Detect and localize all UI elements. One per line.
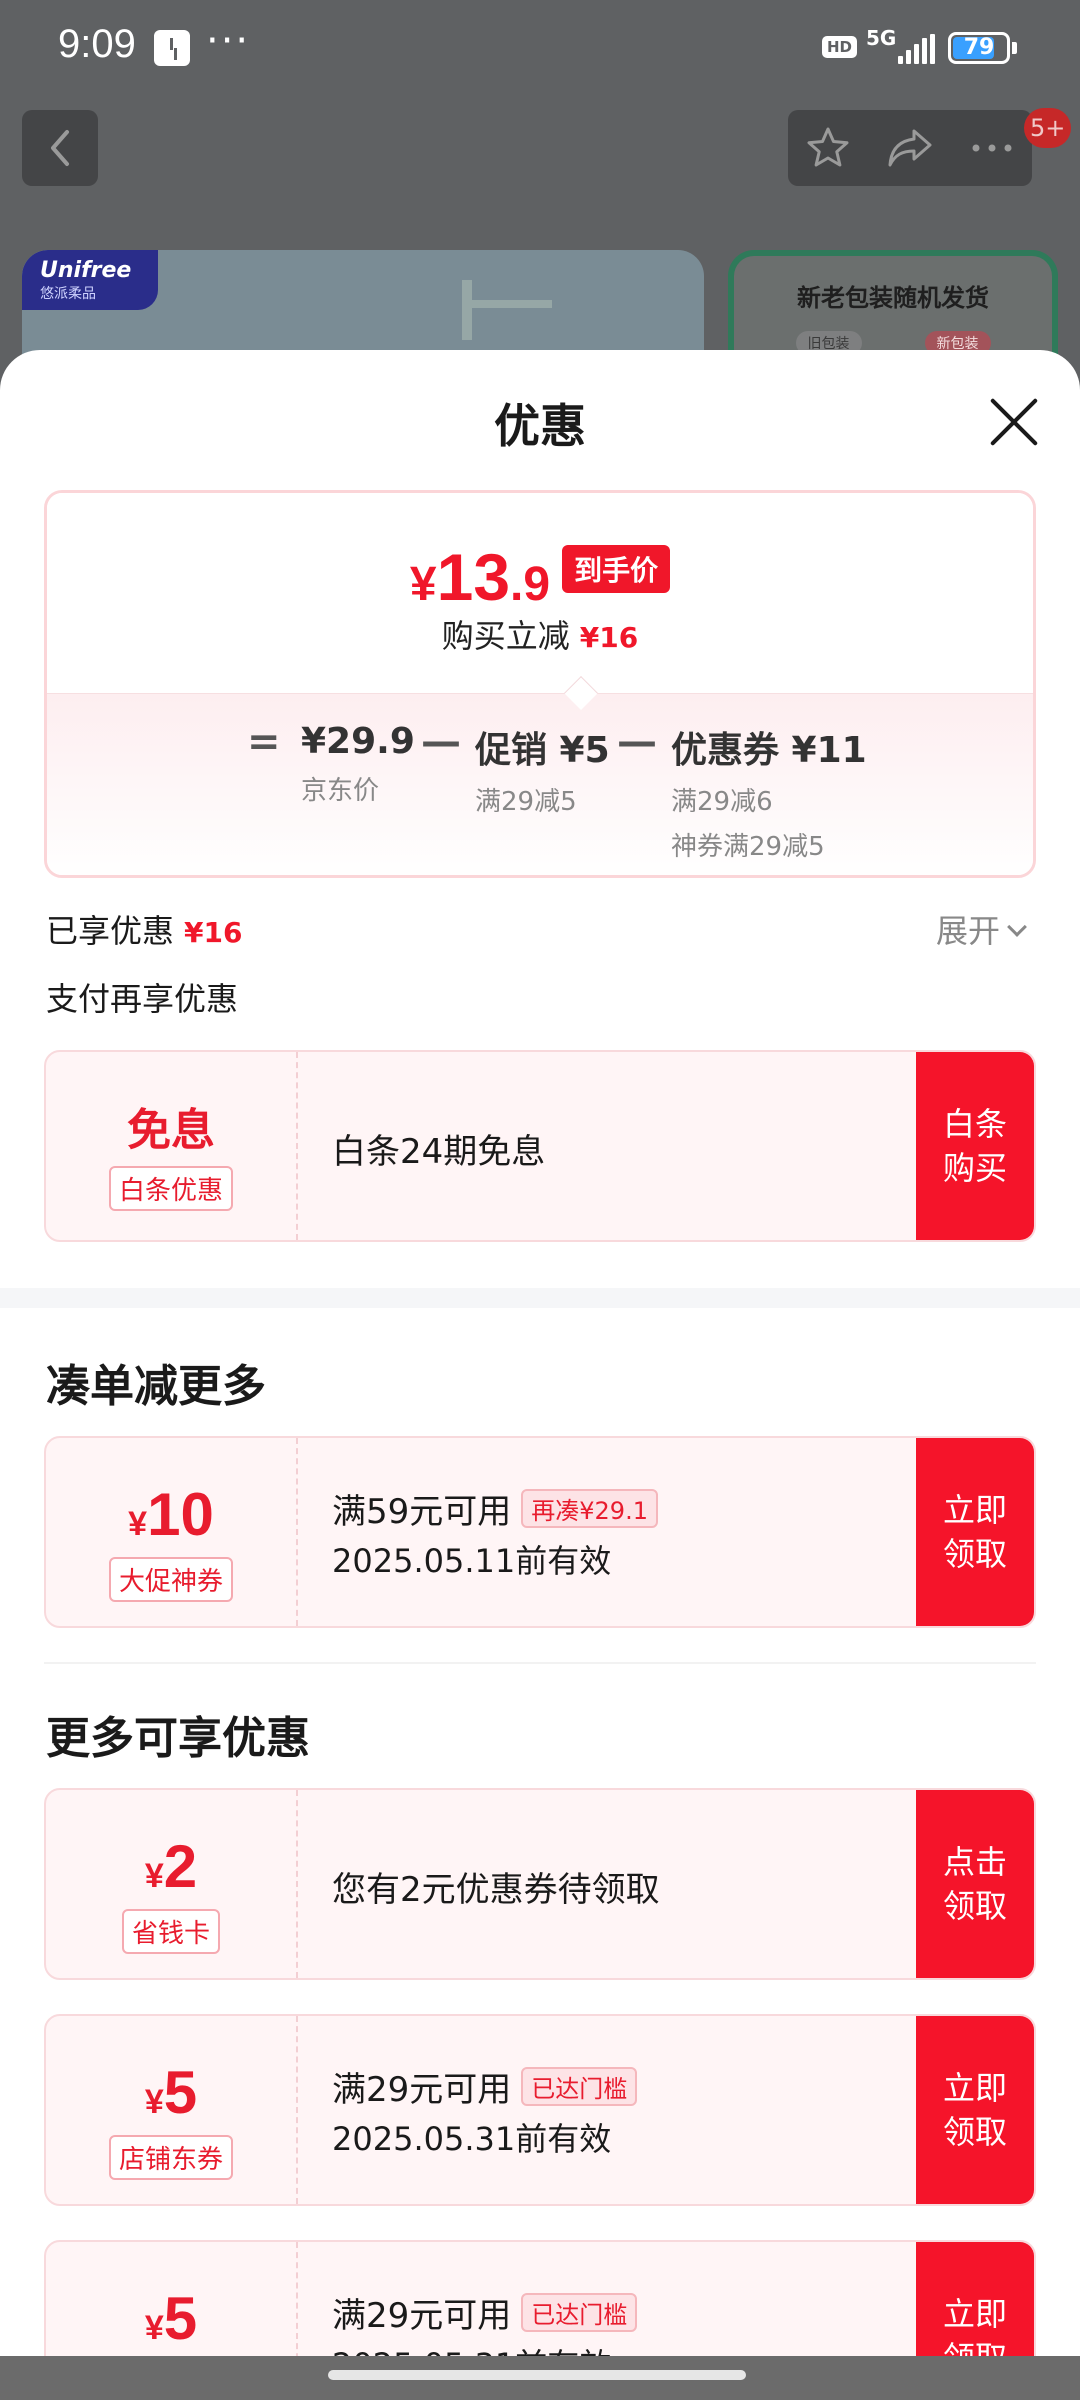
more-button[interactable]: [952, 110, 1032, 186]
section-title-more-benefits: 更多可享优惠: [46, 1713, 310, 1764]
section-title-more-order: 凑单减更多: [46, 1361, 266, 1412]
enjoyed-discount: 已享优惠 ¥16: [46, 912, 243, 950]
sheet-title: 优惠: [494, 399, 586, 453]
final-price-tag: 到手价: [562, 545, 671, 593]
jd-price: ¥29.9 京东价: [301, 721, 415, 806]
back-button[interactable]: [22, 110, 98, 186]
coupon-value: ¥5: [144, 2059, 198, 2126]
baitiao-buy-button[interactable]: 白条 购买: [916, 1052, 1034, 1240]
coupon-value: ¥10: [128, 1481, 214, 1548]
divider: [44, 1662, 1036, 1664]
final-price: ¥13.9 到手价: [47, 539, 1033, 615]
minus-sign: —: [421, 719, 461, 765]
chevron-left-icon: [51, 130, 69, 166]
top-actions: [788, 110, 1032, 186]
status-time: 9:09: [58, 22, 136, 66]
coupon-description: 您有2元优惠券待领取: [332, 1870, 660, 1910]
coupon-item: ¥5 店铺东券 满29元可用 已达门槛 2025.05.31前有效 立即 领取: [44, 2014, 1036, 2206]
promo-discount: 促销 ¥5 满29减5: [475, 730, 610, 817]
coupon-value: ¥5: [144, 2285, 198, 2352]
price-breakdown-card: ¥13.9 到手价 购买立减 ¥16 = ¥29.9 京东价 — 促销 ¥5 满29…: [44, 490, 1036, 878]
claim-coupon-button[interactable]: 点击 领取: [916, 1790, 1034, 1978]
purchase-discount: 购买立减 ¥16: [441, 617, 639, 655]
coupon-condition: 满29元可用 已达门槛: [332, 2288, 638, 2337]
baitiao-text: 白条24期免息: [332, 1132, 546, 1172]
equals-sign: =: [247, 719, 281, 765]
battery-cap: [1012, 42, 1017, 54]
packaging-title: 新老包装随机发货: [797, 284, 989, 312]
baitiao-value: 免息: [127, 1105, 215, 1156]
coupon-expiry: 2025.05.31前有效: [332, 2120, 612, 2158]
home-indicator[interactable]: [328, 2370, 746, 2380]
coupon-expiry: 2025.05.11前有效: [332, 1542, 612, 1580]
battery-level: 79: [963, 35, 995, 60]
baitiao-offer: 免息 白条优惠 白条24期免息 白条 购买: [44, 1050, 1036, 1242]
baitiao-tag: 白条优惠: [108, 1166, 233, 1211]
star-icon: [807, 127, 849, 167]
coupon-hint: 已达门槛: [521, 2293, 638, 2332]
coupon-condition: 满59元可用 再凑¥29.1: [332, 1484, 658, 1533]
product-graphic: [462, 280, 472, 340]
discount-sheet: 优惠 ¥13.9 到手价 购买立减 ¥16 = ¥29.9 京东价 — 促销 ¥5 …: [0, 350, 1080, 2400]
more-notifications-icon: ···: [206, 18, 251, 64]
product-graphic: [462, 300, 552, 308]
clock-icon: [154, 30, 190, 66]
coupon-tag: 省钱卡: [121, 1909, 220, 1954]
coupon-item: ¥10 大促神券 满59元可用 再凑¥29.1 2025.05.11前有效 立即 …: [44, 1436, 1036, 1628]
claim-coupon-button[interactable]: 立即 领取: [916, 2016, 1034, 2204]
message-badge: 5+: [1024, 108, 1072, 148]
minus-sign: —: [617, 719, 657, 765]
close-icon[interactable]: [986, 394, 1042, 450]
coupon-tag: 大促神券: [108, 1557, 233, 1602]
more-icon: [972, 144, 1012, 152]
claim-coupon-button[interactable]: 立即 领取: [916, 1438, 1034, 1626]
status-bar: 9:09 ··· HD 5G 79: [0, 0, 1080, 100]
hd-icon: HD: [822, 36, 858, 58]
share-button[interactable]: [870, 110, 950, 186]
battery-icon: 79: [948, 32, 1010, 64]
signal-icon: [898, 34, 935, 64]
coupon-hint: 已达门槛: [521, 2067, 638, 2106]
network-type: 5G: [866, 26, 897, 50]
share-icon: [888, 129, 932, 167]
chevron-down-icon: [1007, 917, 1027, 937]
coupon-item: ¥2 省钱卡 您有2元优惠券待领取 点击 领取: [44, 1788, 1036, 1980]
expand-button[interactable]: 展开: [936, 906, 1027, 952]
favorite-button[interactable]: [788, 110, 868, 186]
pay-more-heading: 支付再享优惠: [46, 980, 239, 1018]
coupon-discount: 优惠券 ¥11 满29减6 神券满29减5: [671, 730, 867, 862]
coupon-value: ¥2: [144, 1833, 198, 1900]
coupon-hint: 再凑¥29.1: [521, 1489, 658, 1528]
coupon-tag: 店铺东券: [108, 2135, 233, 2180]
section-divider: [0, 1288, 1080, 1308]
brand-logo: Unifree 悠派柔品: [22, 250, 158, 310]
coupon-condition: 满29元可用 已达门槛: [332, 2062, 638, 2111]
